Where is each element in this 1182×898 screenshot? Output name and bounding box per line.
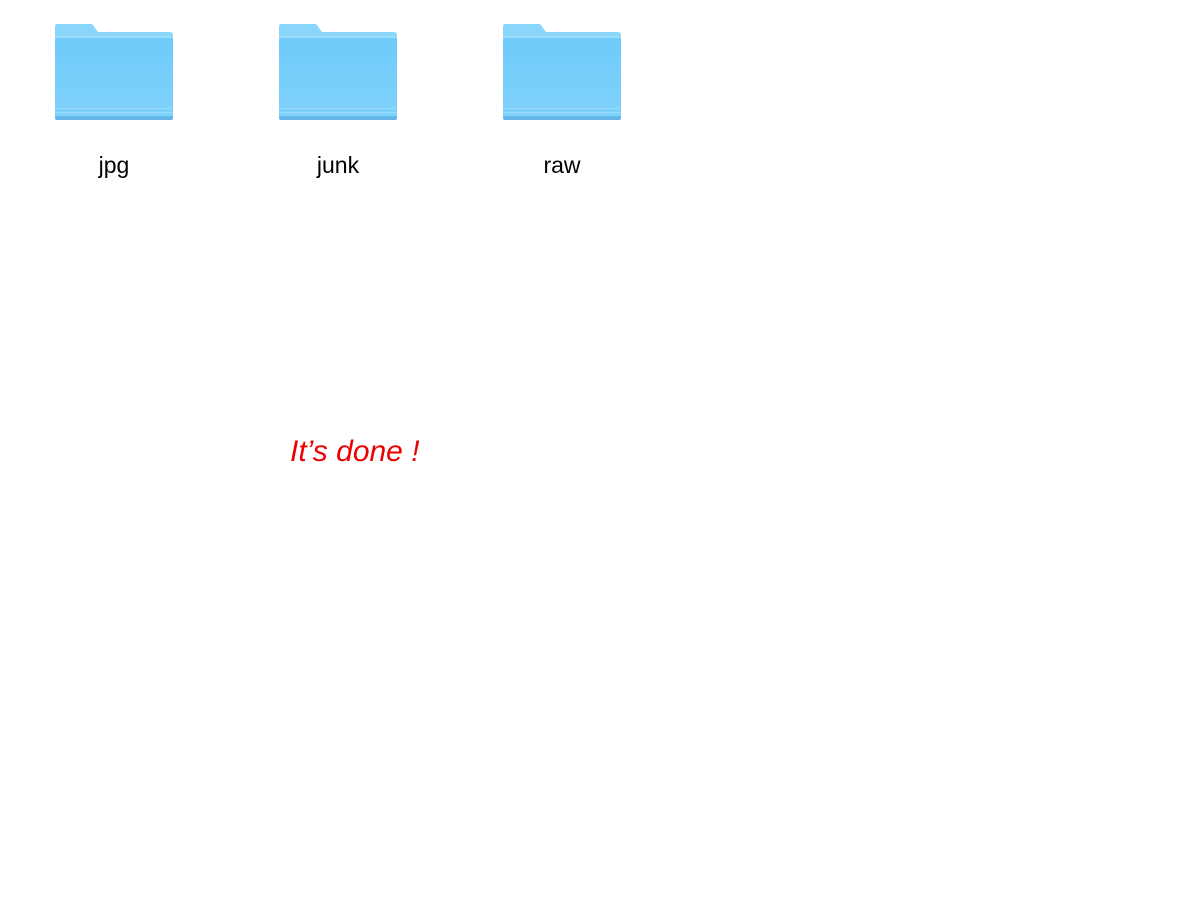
folder-icon: [503, 24, 621, 120]
folder-icon: [55, 24, 173, 120]
folder-raw[interactable]: raw: [500, 22, 624, 182]
folder-label: raw: [543, 152, 581, 178]
folder-jpg[interactable]: jpg: [52, 22, 176, 182]
folder-label: jpg: [98, 152, 130, 178]
folder-junk[interactable]: junk: [276, 22, 400, 182]
status-message: It’s done !: [290, 435, 420, 468]
folder-icon: [279, 24, 397, 120]
folder-label: junk: [316, 152, 360, 178]
